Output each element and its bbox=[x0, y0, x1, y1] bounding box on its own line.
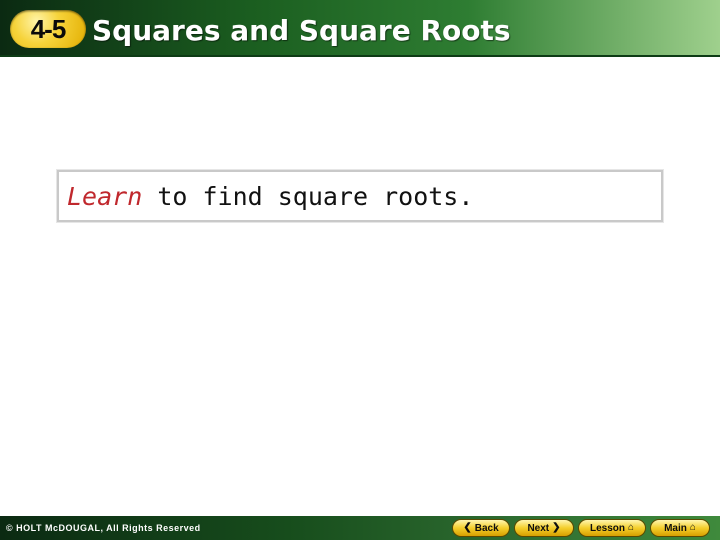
next-button[interactable]: Next ❯ bbox=[514, 519, 574, 537]
home-icon: ⌂ bbox=[627, 522, 635, 533]
footer-bar: © HOLT McDOUGAL, All Rights Reserved ❮ B… bbox=[0, 516, 720, 540]
back-label: Back bbox=[474, 522, 499, 534]
home-icon: ⌂ bbox=[689, 522, 696, 533]
back-button[interactable]: ❮ Back bbox=[452, 519, 510, 537]
next-label: Next bbox=[527, 522, 550, 534]
objective-text: to find square roots. bbox=[142, 181, 474, 211]
lesson-badge: 4-5 bbox=[10, 10, 86, 48]
main-button[interactable]: Main ⌂ bbox=[650, 519, 710, 537]
objective-box: Learn to find square roots. bbox=[56, 169, 664, 223]
copyright-text: © HOLT McDOUGAL, All Rights Reserved bbox=[6, 523, 201, 533]
lesson-button[interactable]: Lesson ⌂ bbox=[578, 519, 646, 537]
lesson-label: Lesson bbox=[589, 522, 625, 534]
chevron-left-icon: ❮ bbox=[463, 522, 472, 533]
objective-lead: Learn bbox=[67, 181, 143, 211]
header-bar: 4-5 Squares and Square Roots bbox=[0, 0, 720, 57]
chevron-right-icon: ❯ bbox=[552, 522, 561, 533]
main-label: Main bbox=[664, 522, 687, 534]
page-title: Squares and Square Roots bbox=[92, 13, 511, 47]
lesson-number: 4-5 bbox=[30, 13, 67, 44]
